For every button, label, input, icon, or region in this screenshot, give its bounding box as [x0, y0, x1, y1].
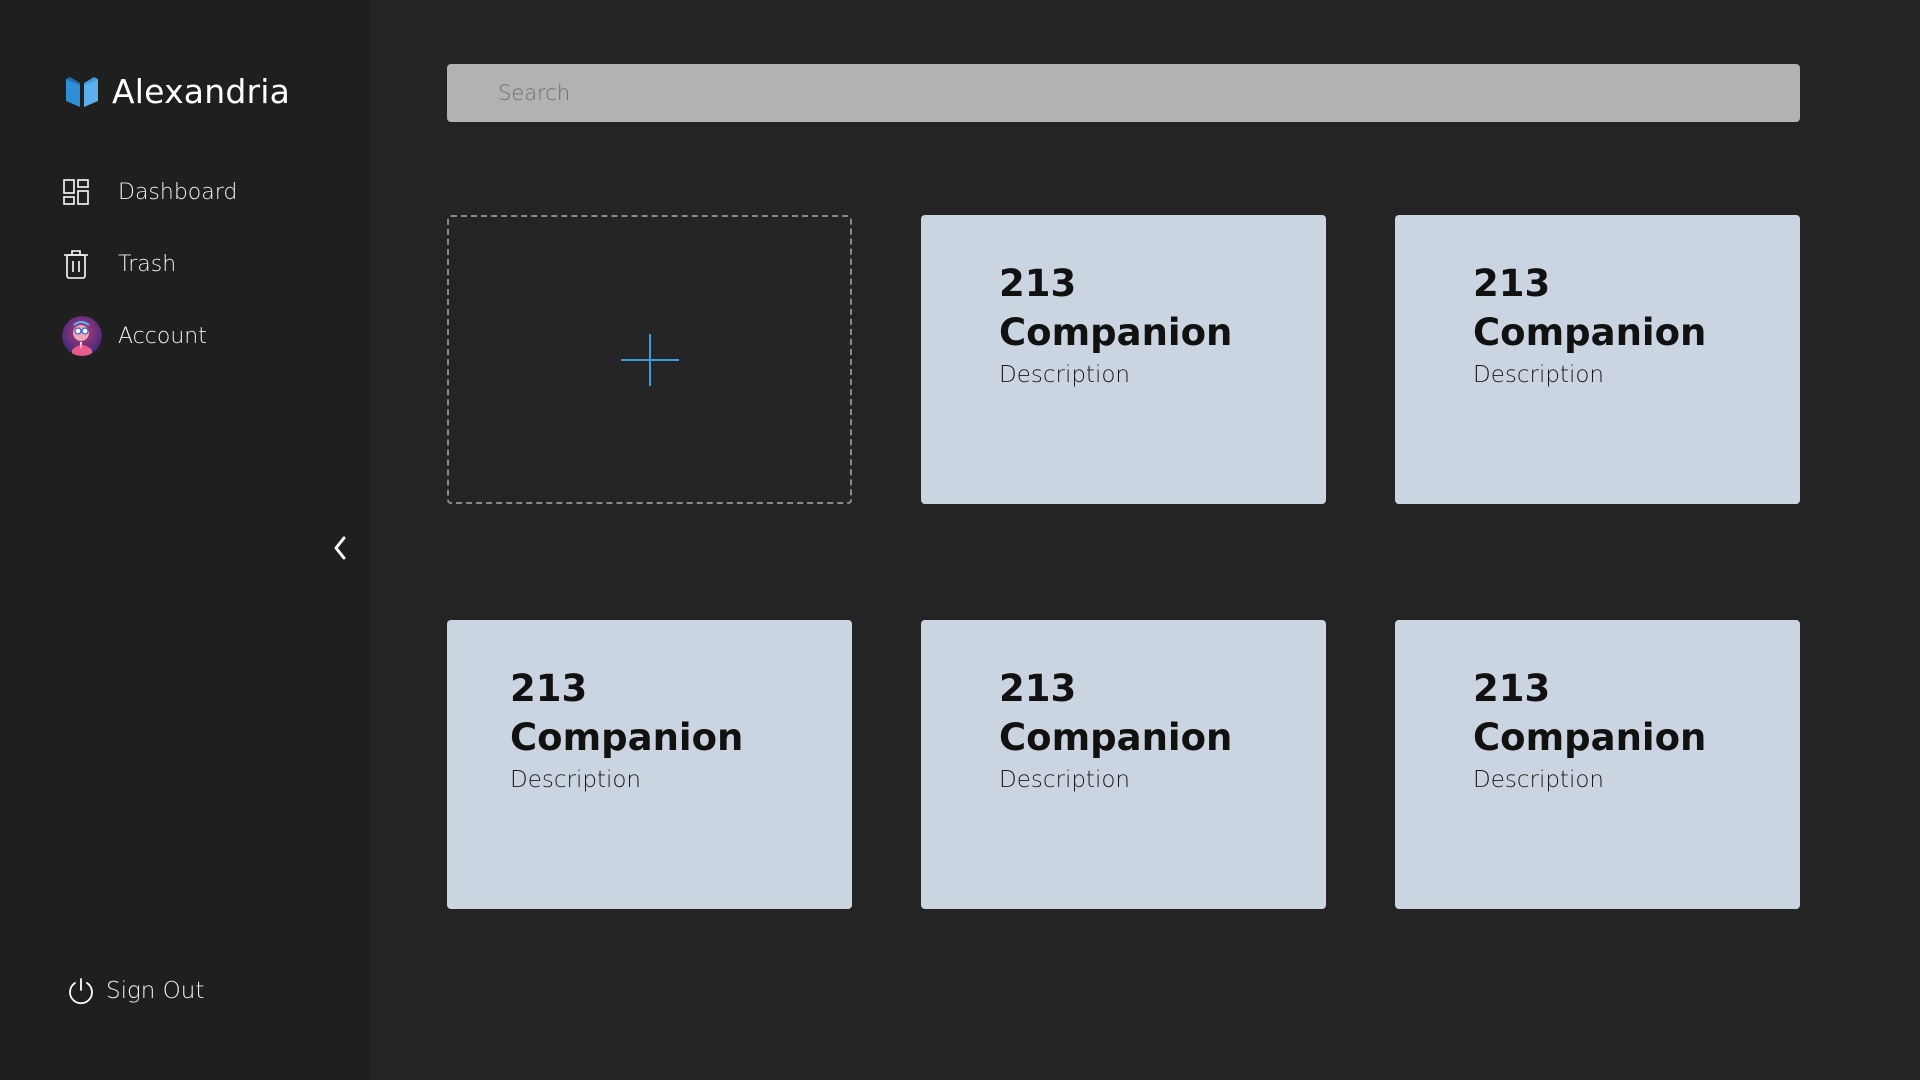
sign-out-button[interactable]: Sign Out: [66, 976, 204, 1006]
sidebar-item-trash[interactable]: Trash: [62, 244, 342, 284]
companion-card[interactable]: 213 Companion Description: [921, 215, 1326, 504]
sidebar-item-label: Trash: [118, 251, 177, 277]
sidebar-item-account[interactable]: Account: [62, 316, 342, 356]
companion-card[interactable]: 213 Companion Description: [921, 620, 1326, 909]
trash-icon: [62, 244, 104, 284]
card-title: Companion: [999, 716, 1233, 759]
plus-icon: [620, 333, 679, 386]
sidebar-item-label: Account: [118, 323, 207, 349]
card-number: 213: [1473, 667, 1551, 710]
card-number: 213: [999, 262, 1077, 305]
sidebar: Alexandria Dashboard Trash Account Sign …: [0, 0, 371, 1080]
card-description: Description: [999, 362, 1130, 388]
book-logo-icon: [66, 76, 98, 107]
card-title: Companion: [1473, 311, 1707, 354]
sidebar-item-label: Dashboard: [118, 179, 238, 205]
search-input[interactable]: [447, 64, 1800, 122]
companion-card[interactable]: 213 Companion Description: [447, 620, 852, 909]
card-number: 213: [999, 667, 1077, 710]
card-title: Companion: [1473, 716, 1707, 759]
avatar: [62, 316, 104, 356]
card-description: Description: [999, 767, 1130, 793]
logo: Alexandria: [64, 72, 290, 111]
card-title: Companion: [999, 311, 1233, 354]
card-description: Description: [510, 767, 641, 793]
sidebar-nav: Dashboard Trash Account: [62, 172, 342, 388]
companion-card[interactable]: 213 Companion Description: [1395, 620, 1800, 909]
sign-out-label: Sign Out: [106, 978, 205, 1004]
power-icon: [69, 978, 93, 1005]
companion-card[interactable]: 213 Companion Description: [1395, 215, 1800, 504]
card-description: Description: [1473, 767, 1604, 793]
card-title: Companion: [510, 716, 744, 759]
card-number: 213: [510, 667, 588, 710]
app-name: Alexandria: [112, 72, 291, 111]
app-window: Alexandria Dashboard Trash Account Sign …: [0, 0, 1920, 1080]
dashboard-icon: [62, 172, 104, 212]
collapse-sidebar-button[interactable]: [324, 532, 356, 564]
sidebar-item-dashboard[interactable]: Dashboard: [62, 172, 342, 212]
add-companion-button[interactable]: [447, 215, 852, 504]
card-description: Description: [1473, 362, 1604, 388]
chevron-left-icon: [334, 536, 346, 560]
card-number: 213: [1473, 262, 1551, 305]
